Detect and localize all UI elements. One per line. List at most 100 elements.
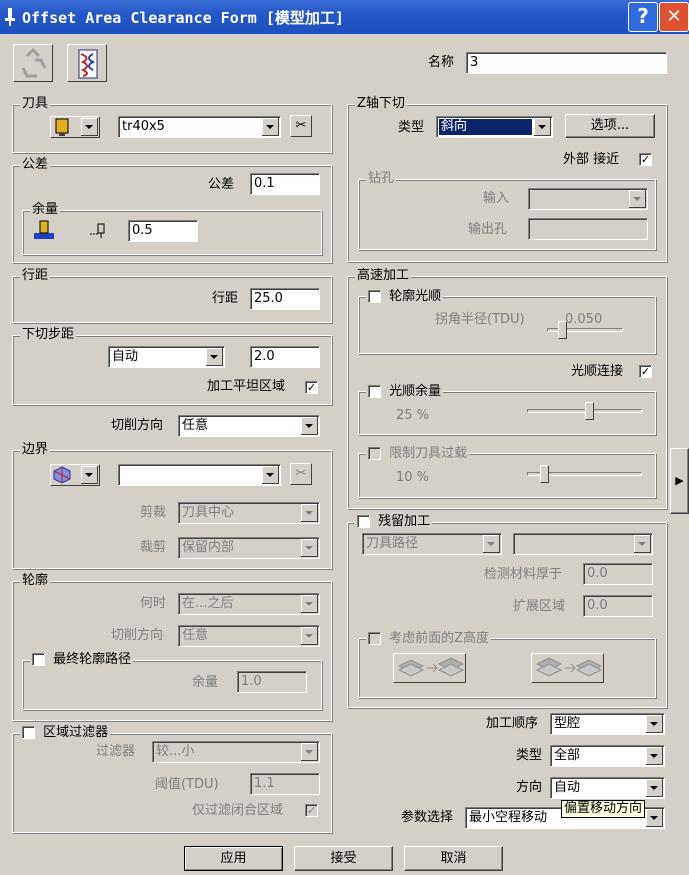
param-label: 参数选择 — [401, 810, 454, 825]
final-profile-header: 最终轮廓路径 — [30, 652, 134, 668]
region-filter-checkbox[interactable] — [22, 726, 35, 739]
scissors-icon: ✂ — [295, 118, 307, 133]
tolerance-field[interactable]: 0.1 — [250, 173, 320, 195]
chevron-down-icon — [301, 539, 318, 557]
tool-type-button[interactable] — [50, 116, 100, 138]
accept-button[interactable]: 接受 — [294, 846, 393, 871]
chevron-down-icon — [262, 118, 279, 136]
zplunge-type-select[interactable]: 斜向 — [436, 116, 553, 138]
smooth-allowance-slider[interactable] — [527, 402, 642, 420]
chevron-down-icon — [646, 809, 663, 827]
boundary-type-button[interactable] — [50, 464, 100, 486]
limit-overload-pct: 10 % — [396, 470, 430, 485]
trim-label: 剪裁 — [140, 505, 167, 520]
boundary-select[interactable] — [118, 464, 281, 486]
final-profile-checkbox[interactable] — [32, 653, 45, 666]
corner-radius-label: 拐角半径(TDU) — [435, 312, 525, 327]
boundary-edit-button[interactable]: ✂ — [290, 463, 312, 485]
stepdown-field[interactable]: 2.0 — [250, 346, 320, 368]
stepdown-mode-select[interactable]: 自动 — [108, 346, 225, 368]
slider-thumb[interactable] — [540, 465, 549, 483]
allowance-group-label: 余量 — [30, 202, 61, 218]
rest-mode-select[interactable]: 刀具路径 — [362, 533, 502, 555]
z-height-left-button[interactable] — [393, 653, 466, 683]
chevron-down-icon — [646, 747, 663, 765]
rest-source-select[interactable] — [513, 533, 653, 555]
filter-select[interactable]: 较...小 — [152, 741, 320, 763]
recycle-icon — [21, 47, 47, 78]
stepover-label: 行距 — [212, 291, 239, 306]
corner-radius-slider[interactable] — [547, 321, 623, 339]
allowance-field[interactable]: 0.5 — [128, 220, 198, 242]
external-approach-checkbox[interactable]: ✓ — [639, 153, 652, 166]
type2-label: 类型 — [516, 748, 543, 763]
close-button[interactable]: ✕ — [659, 2, 689, 32]
flat-area-checkbox[interactable]: ✓ — [305, 381, 318, 394]
smooth-allowance-checkbox[interactable] — [368, 385, 381, 398]
chevron-down-icon — [81, 118, 98, 136]
order-select[interactable]: 型腔 — [550, 713, 665, 735]
detect-label: 检测材料厚于 — [484, 567, 563, 582]
limit-overload-slider[interactable] — [527, 465, 642, 483]
name-field[interactable]: 3 — [466, 52, 667, 74]
drill-group-label: 钻孔 — [366, 171, 397, 187]
expand-panel-button[interactable]: ▶ — [670, 448, 689, 514]
drill-out-field[interactable] — [528, 218, 648, 240]
consider-z-checkbox[interactable] — [368, 632, 381, 645]
direction-label: 方向 — [516, 780, 543, 795]
chevron-down-icon — [634, 535, 651, 553]
app-icon — [5, 8, 15, 26]
stepdown-group-label: 下切步距 — [20, 327, 77, 343]
trim-select[interactable]: 刀具中心 — [178, 502, 320, 524]
detect-field[interactable]: 0.0 — [583, 563, 653, 585]
type2-select[interactable]: 全部 — [550, 745, 665, 767]
slider-thumb[interactable] — [585, 402, 594, 420]
limit-overload-checkbox[interactable] — [368, 447, 381, 460]
tool-edit-button[interactable]: ✂ — [290, 115, 312, 137]
drill-in-select[interactable] — [528, 188, 648, 210]
direction-select[interactable]: 自动 — [550, 777, 665, 799]
chevron-down-icon — [483, 535, 500, 553]
zplunge-options-button[interactable]: 选项... — [565, 114, 655, 138]
expand-field[interactable]: 0.0 — [583, 595, 653, 617]
limit-overload-label: 限制刀具过载 — [389, 446, 468, 461]
closed-only-checkbox[interactable]: ✓ — [305, 804, 318, 817]
apply-button[interactable]: 应用 — [184, 846, 283, 871]
cut-direction-select[interactable]: 任意 — [178, 415, 320, 437]
zplunge-group-label: Z轴下切 — [355, 96, 407, 112]
pattern-button[interactable] — [67, 44, 107, 82]
stepover-field[interactable]: 25.0 — [250, 288, 320, 310]
window-title: Offset Area Clearance Form [模型加工] — [22, 9, 344, 27]
profile-allowance-field[interactable]: 1.0 — [237, 671, 307, 693]
closed-only-label: 仅过滤闭合区域 — [192, 803, 284, 818]
keep-select[interactable]: 保留内部 — [178, 537, 320, 559]
flat-area-label: 加工平坦区域 — [207, 379, 286, 394]
smooth-allowance-pct: 25 % — [396, 408, 430, 423]
profile-smooth-checkbox[interactable] — [368, 290, 381, 303]
tool-group-label: 刀具 — [20, 96, 51, 112]
drill-in-label: 输入 — [483, 191, 510, 206]
smooth-link-checkbox[interactable]: ✓ — [639, 365, 652, 378]
allowance-type-icon[interactable] — [32, 219, 56, 241]
expand-label: 扩展区域 — [513, 599, 566, 614]
name-label: 名称 — [428, 55, 455, 70]
profile-smooth-header: 轮廓光顺 — [366, 289, 444, 305]
chevron-down-icon — [301, 627, 318, 645]
rest-checkbox[interactable] — [357, 515, 370, 528]
threshold-label: 阈值(TDU) — [155, 777, 219, 792]
tolerance-group-label: 公差 — [20, 157, 51, 173]
tool-select[interactable]: tr40x5 — [118, 116, 281, 138]
profile-dir-select[interactable]: 任意 — [178, 625, 320, 647]
threshold-field[interactable]: 1.1 — [250, 773, 320, 795]
z-height-right-button[interactable] — [531, 653, 604, 683]
cancel-button[interactable]: 取消 — [404, 846, 503, 871]
when-select[interactable]: 在...之后 — [178, 593, 320, 615]
help-button[interactable]: ? — [628, 2, 658, 32]
recycle-button[interactable] — [13, 44, 53, 82]
external-approach-label: 外部 接近 — [563, 152, 620, 167]
slider-thumb[interactable] — [558, 321, 567, 339]
rest-header: 残留加工 — [355, 514, 433, 530]
profile-group-label: 轮廓 — [20, 573, 51, 589]
hsm-group-label: 高速加工 — [355, 268, 412, 284]
tool-icon — [55, 118, 69, 136]
